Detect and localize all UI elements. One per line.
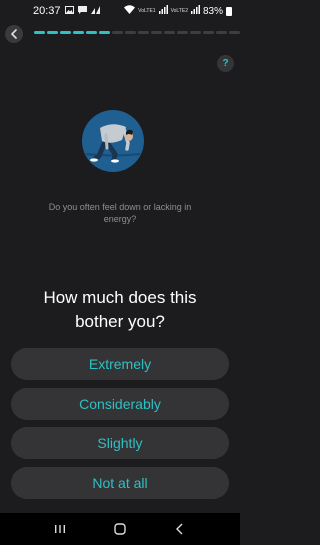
- recent-apps-icon: [55, 525, 65, 533]
- progress-segment: [177, 31, 188, 34]
- home-button[interactable]: [105, 517, 135, 541]
- home-icon: [114, 523, 126, 535]
- recent-apps-button[interactable]: [45, 517, 75, 541]
- battery-percent: 83%: [202, 5, 223, 17]
- progress-segment: [47, 31, 58, 34]
- navigation-bar: [0, 513, 240, 545]
- progress-segment: [60, 31, 71, 34]
- back-button[interactable]: [5, 25, 23, 43]
- option-considerably-button[interactable]: Considerably: [11, 387, 229, 420]
- progress-segment: [216, 31, 227, 34]
- gallery-icon: [64, 6, 74, 16]
- help-button[interactable]: ?: [217, 55, 234, 72]
- option-not-at-all-button[interactable]: Not at all: [11, 466, 229, 499]
- progress-segment: [138, 31, 149, 34]
- option-extremely-button[interactable]: Extremely: [11, 348, 229, 380]
- progress-indicator: [34, 31, 240, 34]
- signal-bars-2-icon: [190, 5, 200, 17]
- tired-person-illustration: [82, 110, 144, 172]
- status-bar: 20:37 VoLTE1 VoLTE2 83%: [0, 0, 240, 24]
- option-slightly-button[interactable]: Slightly: [11, 427, 229, 459]
- answer-options: Extremely Considerably Slightly Not at a…: [11, 348, 229, 506]
- message-icon: [77, 6, 87, 16]
- progress-segment: [125, 31, 136, 34]
- progress-segment: [73, 31, 84, 34]
- progress-segment: [112, 31, 123, 34]
- volte-1-label: VoLTE1: [138, 7, 156, 14]
- progress-segment: [99, 31, 110, 34]
- progress-segment: [203, 31, 214, 34]
- progress-segment: [151, 31, 162, 34]
- chevron-left-icon: [11, 29, 17, 39]
- wifi-icon: [124, 5, 136, 17]
- back-nav-button[interactable]: [165, 517, 195, 541]
- volte-2-label: VoLTE2: [170, 7, 188, 14]
- back-nav-icon: [176, 523, 183, 535]
- progress-segment: [190, 31, 201, 34]
- progress-segment: [34, 31, 45, 34]
- clock: 20:37: [33, 5, 61, 17]
- signal-strength-icon: [90, 6, 100, 16]
- battery-icon: [226, 6, 232, 16]
- progress-segment: [229, 31, 240, 34]
- status-right: VoLTE1 VoLTE2 83%: [124, 5, 232, 17]
- signal-bars-1-icon: [158, 5, 168, 17]
- progress-segment: [86, 31, 97, 34]
- status-left: 20:37: [33, 5, 100, 17]
- prompt-heading: How much does this bother you?: [43, 288, 197, 331]
- question-text: Do you often feel down or lacking in ene…: [48, 202, 192, 224]
- progress-segment: [164, 31, 175, 34]
